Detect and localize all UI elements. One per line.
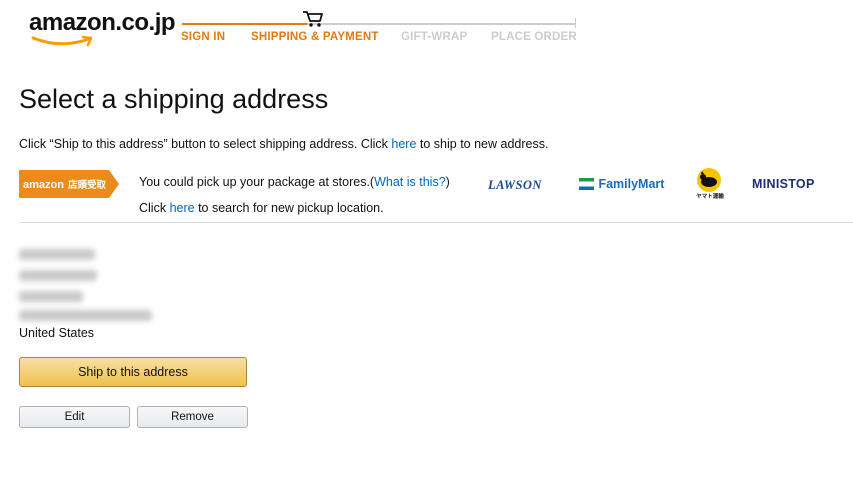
search-pickup-link[interactable]: here (170, 201, 195, 215)
familymart-logo: FamilyMart (579, 175, 664, 193)
ministop-logo: MINISTOP (752, 175, 815, 193)
checkout-progress: SIGN IN SHIPPING & PAYMENT GIFT-WRAP PLA… (181, 11, 577, 48)
yamato-logo-text: ヤマト運輸 (696, 192, 724, 200)
address-city-redacted (19, 310, 152, 321)
intro-text-after: to ship to new address. (416, 137, 549, 151)
ship-to-this-address-button[interactable]: Ship to this address (19, 357, 247, 387)
step-gift-wrap: GIFT-WRAP (401, 31, 468, 43)
yamato-cat-icon: ヤマト運輸 (696, 168, 724, 200)
address-name-redacted (19, 249, 95, 260)
step-sign-in[interactable]: SIGN IN (181, 31, 225, 43)
pickup-info-before: You could pick up your package at stores… (139, 175, 375, 189)
address-line2-redacted (19, 291, 83, 302)
progress-end-tick (575, 18, 576, 28)
new-address-link[interactable]: here (391, 137, 416, 151)
what-is-this-link[interactable]: What is this? (374, 175, 446, 189)
edit-address-button[interactable]: Edit (19, 406, 130, 428)
logo-text: amazon.co.jp (29, 9, 176, 36)
pickup-info-line: You could pick up your package at stores… (139, 175, 450, 189)
store-pickup-badge: amazon 店頭受取 (19, 170, 119, 198)
lawson-logo: LAWSON (488, 176, 542, 194)
address-country: United States (19, 326, 95, 340)
yamato-logo: ヤマト運輸 (692, 168, 728, 200)
badge-brand: amazon (23, 179, 64, 191)
progress-track-done (182, 23, 307, 25)
lawson-logo-text: LAWSON (488, 178, 542, 192)
pickup-search-after: to search for new pickup location. (194, 201, 384, 215)
intro-text-before: Click “Ship to this address” button to s… (19, 137, 392, 151)
smile-arrow-icon (31, 35, 93, 47)
intro-text: Click “Ship to this address” button to s… (19, 137, 548, 151)
pickup-info-after: ) (445, 175, 450, 189)
familymart-logo-text: FamilyMart (598, 176, 665, 191)
step-shipping-payment: SHIPPING & PAYMENT (251, 31, 379, 43)
pickup-search-line: Click here to search for new pickup loca… (139, 201, 384, 215)
step-place-order: PLACE ORDER (491, 31, 577, 43)
pickup-search-before: Click (139, 201, 170, 215)
cart-icon (303, 11, 323, 27)
badge-label: 店頭受取 (68, 179, 107, 191)
badge-shape: amazon 店頭受取 (19, 170, 119, 198)
page-title: Select a shipping address (19, 84, 329, 114)
amazon-logo[interactable]: amazon.co.jp (29, 9, 176, 47)
section-divider (19, 222, 853, 223)
ministop-logo-text: MINISTOP (752, 177, 815, 191)
familymart-stripes-icon (579, 177, 594, 190)
address-line1-redacted (19, 270, 97, 281)
remove-address-button[interactable]: Remove (137, 406, 248, 428)
